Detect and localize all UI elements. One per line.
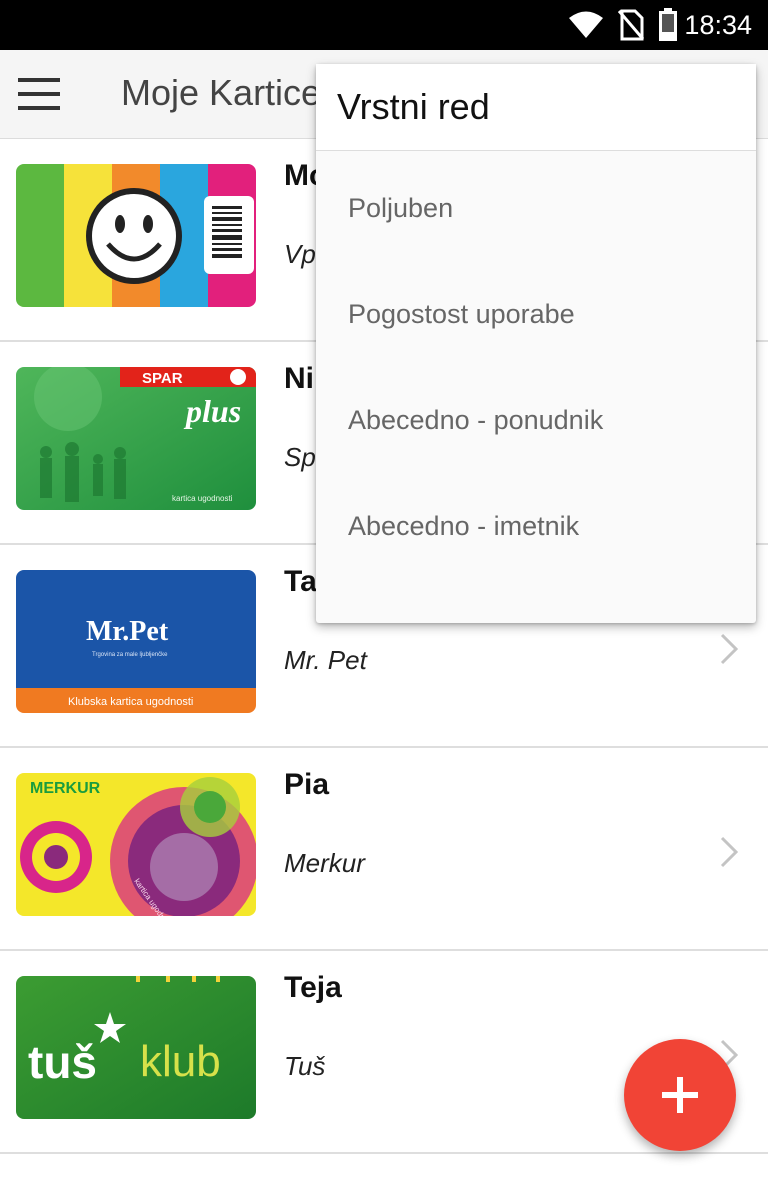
mr-pet-tagline: Trgovina za male ljubljenčke bbox=[92, 652, 168, 658]
card-provider: Mr. Pet bbox=[284, 645, 367, 675]
card-provider: Merkur bbox=[284, 848, 365, 878]
sort-menu-title: Vrstni red bbox=[337, 86, 490, 127]
sort-option-usage-frequency[interactable]: Pogostost uporabe bbox=[348, 299, 575, 330]
spar-footer-text: kartica ugodnosti bbox=[172, 494, 233, 503]
wifi-icon bbox=[569, 11, 603, 38]
card-holder: Teja bbox=[284, 971, 342, 1004]
spar-plus-text: plus bbox=[183, 393, 241, 429]
sort-menu-header: Vrstni red bbox=[316, 64, 756, 151]
mr-pet-logo-text: Mr.Pet bbox=[86, 616, 169, 647]
sort-option-alphabetical-provider[interactable]: Abecedno - ponudnik bbox=[348, 405, 603, 436]
add-card-button[interactable] bbox=[624, 1039, 736, 1151]
merkur-logo-text: MERKUR bbox=[30, 780, 101, 797]
card-holder: Pia bbox=[284, 768, 330, 801]
spar-logo-text: SPAR bbox=[142, 370, 183, 387]
menu-icon[interactable] bbox=[18, 78, 60, 110]
battery-icon bbox=[659, 8, 677, 41]
mr-pet-card-image: Mr.Pet Trgovina za male ljubljenčke Klub… bbox=[16, 570, 256, 713]
spar-plus-card-image: SPAR plus kartica ugodnosti bbox=[16, 367, 256, 510]
mr-pet-footer-text: Klubska kartica ugodnosti bbox=[68, 696, 193, 708]
card-provider: Tuš bbox=[284, 1051, 326, 1081]
merkur-card-image: MERKUR kartica ugodnosti bbox=[16, 773, 256, 916]
tus-klub-text: klub bbox=[140, 1037, 221, 1086]
sort-menu: Vrstni red Poljuben Pogostost uporabe Ab… bbox=[316, 64, 756, 623]
card-holder: Ni bbox=[284, 362, 314, 395]
plus-icon bbox=[662, 1077, 698, 1113]
chevron-right-icon bbox=[720, 633, 738, 665]
smiley-card-image bbox=[16, 164, 256, 307]
sort-option-alphabetical-holder[interactable]: Abecedno - imetnik bbox=[348, 511, 579, 542]
list-item[interactable]: MERKUR kartica ugodnosti Pia Merkur bbox=[0, 748, 768, 951]
tus-logo-text: tuš bbox=[28, 1036, 97, 1088]
page-title: Moje Kartice bbox=[121, 72, 322, 113]
card-provider: Vp bbox=[284, 239, 316, 269]
no-sim-icon bbox=[618, 9, 644, 41]
card-provider: Sp bbox=[284, 442, 316, 472]
status-bar: 18:34 bbox=[0, 0, 768, 50]
sort-option-custom[interactable]: Poljuben bbox=[348, 193, 453, 224]
tus-klub-card-image: tuš klub bbox=[16, 976, 256, 1119]
card-holder: Ta bbox=[284, 565, 317, 598]
chevron-right-icon bbox=[720, 836, 738, 868]
status-time: 18:34 bbox=[684, 10, 752, 40]
